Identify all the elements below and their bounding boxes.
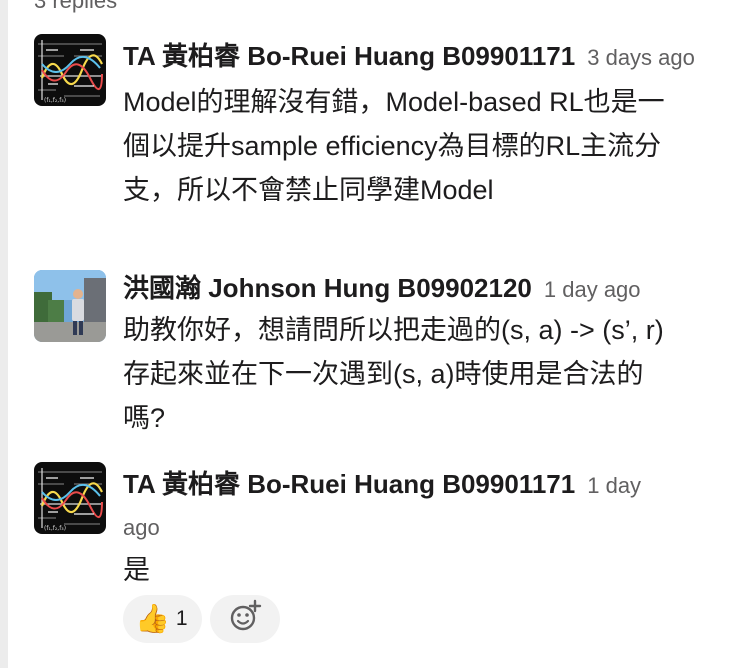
message-body: 洪國瀚 Johnson Hung B09902120 1 day ago 助教你好… xyxy=(123,270,742,440)
reaction-pill[interactable]: 👍 1 xyxy=(123,595,202,643)
message-line: 助教你好，想請問所以把走過的(s, a) -> (s’, r) xyxy=(123,315,664,345)
replies-count[interactable]: 3 replies xyxy=(34,0,117,14)
math-chalkboard-avatar-icon[interactable]: (f₁,f₂,f₃) xyxy=(34,462,106,534)
svg-text:(f₁,f₂,f₃): (f₁,f₂,f₃) xyxy=(44,525,66,532)
message-line: 是 xyxy=(123,555,150,585)
message-line: 存起來並在下一次遇到(s, a)時使用是合法的 xyxy=(123,359,644,389)
add-reaction-button[interactable] xyxy=(209,595,280,643)
message-text: 助教你好，想請問所以把走過的(s, a) -> (s’, r) 存起來並在下一次… xyxy=(123,308,742,440)
message-text: Model的理解沒有錯，Model-based RL也是一 個以提升sample… xyxy=(123,80,742,212)
message-body: TA 黃柏睿 Bo-Ruei Huang B09901171 3 days ago… xyxy=(123,34,742,212)
add-emoji-reaction-icon xyxy=(228,599,262,639)
message-text: 是 xyxy=(123,548,742,592)
message-body: TA 黃柏睿 Bo-Ruei Huang B09901171 1 day ago … xyxy=(123,462,742,592)
message-line: 嗎? xyxy=(123,403,166,433)
message-line: Model的理解沒有錯，Model-based RL也是一 xyxy=(123,87,665,117)
message-line: 個以提升sample efficiency為目標的RL主流分 xyxy=(123,131,662,161)
reaction-bar: 👍 1 xyxy=(123,595,280,643)
message-timestamp[interactable]: 1 day xyxy=(587,473,641,498)
message-header: TA 黃柏睿 Bo-Ruei Huang B09901171 1 day xyxy=(123,462,742,508)
thumbs-up-icon: 👍 xyxy=(135,603,170,634)
message-header: 洪國瀚 Johnson Hung B09902120 1 day ago xyxy=(123,270,742,308)
sender-name[interactable]: TA 黃柏睿 Bo-Ruei Huang B09901171 xyxy=(123,469,575,499)
reaction-count: 1 xyxy=(175,607,188,630)
message-header: TA 黃柏睿 Bo-Ruei Huang B09901171 3 days ago xyxy=(123,34,742,80)
message-line: 支，所以不會禁止同學建Model xyxy=(123,175,494,205)
message-timestamp[interactable]: 1 day ago xyxy=(544,277,641,302)
thread-left-rule xyxy=(0,0,8,668)
sender-name[interactable]: 洪國瀚 Johnson Hung B09902120 xyxy=(123,273,532,303)
math-chalkboard-avatar-icon[interactable]: (f₁,f₂,f₃) xyxy=(34,34,106,106)
svg-text:(f₁,f₂,f₃): (f₁,f₂,f₃) xyxy=(44,97,66,104)
message-timestamp[interactable]: 3 days ago xyxy=(587,45,695,70)
sender-name[interactable]: TA 黃柏睿 Bo-Ruei Huang B09901171 xyxy=(123,41,575,71)
person-photo-avatar-icon[interactable] xyxy=(34,270,106,342)
message-timestamp-wrap[interactable]: ago xyxy=(123,508,742,548)
